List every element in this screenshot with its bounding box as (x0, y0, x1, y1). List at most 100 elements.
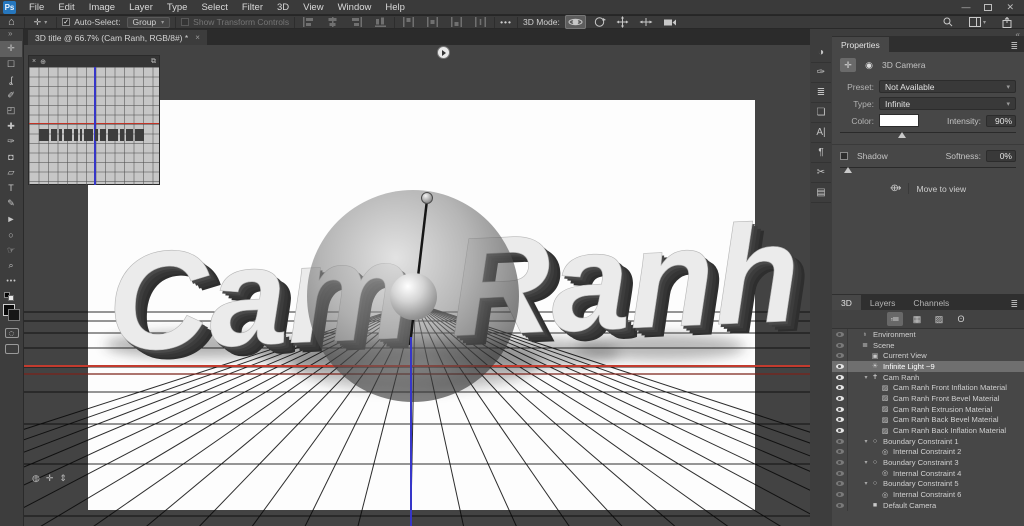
visibility-eye-icon[interactable] (832, 446, 848, 458)
tab-properties[interactable]: Properties (832, 37, 889, 52)
secondary-view-panel[interactable]: × ⊕ ⧉ (28, 55, 160, 185)
close-secondary-icon[interactable]: × (32, 58, 36, 65)
tree-row[interactable]: ▾ ○ Boundary Constraint 5 (832, 478, 1024, 490)
menu-help[interactable]: Help (378, 2, 412, 13)
type-dropdown[interactable]: Infinite ▾ (879, 97, 1016, 110)
tree-row[interactable]: ■ Default Camera (832, 500, 1024, 511)
menu-type[interactable]: Type (160, 2, 195, 13)
clone-source-panel-icon[interactable]: ❏ (811, 103, 831, 123)
foreground-background-swatches[interactable] (2, 304, 21, 322)
softness-field[interactable]: 0% (986, 150, 1016, 162)
tree-row[interactable]: ▾ ✝ Cam Ranh (832, 371, 1024, 383)
slide-camera-icon[interactable] (636, 15, 656, 29)
background-color[interactable] (7, 309, 20, 321)
menu-filter[interactable]: Filter (235, 2, 270, 13)
canvas-area[interactable]: Cam Ranh Cam Ranh Cam Ranh Cam Ranh Cam … (24, 45, 810, 526)
more-options-icon[interactable]: ••• (500, 17, 512, 27)
light-color-swatch[interactable] (879, 114, 919, 127)
tree-row[interactable]: ▨ Cam Ranh Front Bevel Material (832, 393, 1024, 404)
glyphs-panel-icon[interactable]: ✂ (811, 163, 831, 183)
pan-ground-icon[interactable]: ✛ (46, 473, 54, 484)
visibility-eye-icon[interactable] (832, 500, 848, 511)
visibility-eye-icon[interactable] (832, 414, 848, 426)
filter-meshes-icon[interactable]: ▦ (909, 312, 925, 326)
visibility-eye-icon[interactable] (832, 382, 848, 394)
visibility-eye-icon[interactable] (832, 489, 848, 500)
visibility-eye-icon[interactable] (832, 403, 848, 415)
distribute-spacing-icon[interactable] (472, 16, 489, 28)
expand-chevron-icon[interactable]: ▾ (862, 374, 870, 381)
roll-camera-icon[interactable] (590, 15, 609, 29)
auto-select-checkbox[interactable] (62, 18, 71, 26)
document-tab[interactable]: 3D title @ 66.7% (Cam Ranh, RGB/8#) * × (28, 30, 207, 45)
tree-row[interactable]: ▾ ○ Boundary Constraint 3 (832, 457, 1024, 468)
scale-ground-icon[interactable]: ⇕ (59, 473, 67, 484)
menu-window[interactable]: Window (331, 2, 379, 13)
quick-mask-icon[interactable] (4, 328, 19, 338)
menu-file[interactable]: File (22, 2, 51, 13)
orbit-ground-icon[interactable]: ◍ (32, 473, 40, 484)
pen-tool-icon[interactable]: ✎ (0, 196, 22, 212)
home-icon[interactable]: ⌂ (0, 16, 19, 28)
healing-brush-tool-icon[interactable]: ✚ (0, 119, 22, 135)
rectangular-marquee-tool-icon[interactable]: ☐ (0, 57, 22, 73)
close-button[interactable]: ✕ (1006, 2, 1014, 13)
share-icon[interactable] (998, 16, 1016, 28)
visibility-eye-icon[interactable] (832, 393, 848, 404)
visibility-eye-icon[interactable] (832, 361, 848, 372)
tab-layers[interactable]: Layers (861, 295, 905, 310)
restore-button[interactable] (984, 3, 993, 11)
type-tool-icon[interactable]: T (0, 181, 22, 197)
visibility-eye-icon[interactable] (832, 457, 848, 468)
brush-settings-panel-icon[interactable]: ≣ (811, 83, 831, 103)
brush-tool-icon[interactable]: ✑ (0, 134, 22, 150)
expand-chevron-icon[interactable]: ▾ (862, 480, 870, 487)
menu-3d[interactable]: 3D (270, 2, 296, 13)
filter-materials-icon[interactable]: ▨ (931, 312, 947, 326)
align-bottom-edges-icon[interactable] (372, 16, 389, 28)
filter-whole-scene-icon[interactable]: ≔ (887, 312, 903, 326)
swap-view-icon[interactable]: ⧉ (151, 58, 156, 66)
distribute-bottom-edges-icon[interactable] (448, 16, 465, 28)
tree-row[interactable]: ☀ Infinite Light ~9 (832, 361, 1024, 372)
expand-chevron-icon[interactable]: ▾ (862, 459, 870, 466)
search-icon[interactable] (939, 17, 957, 27)
character-panel-icon[interactable]: A| (811, 123, 831, 143)
notes-panel-icon[interactable]: ▤ (811, 183, 831, 203)
edit-toolbar-icon[interactable]: ••• (1, 274, 23, 290)
document-close-icon[interactable]: × (195, 33, 200, 42)
distribute-vertical-centers-icon[interactable] (424, 16, 441, 28)
tree-row[interactable]: ▨ Cam Ranh Front Inflation Material (832, 382, 1024, 394)
visibility-eye-icon[interactable] (832, 478, 848, 490)
brushes-panel-icon[interactable]: ✑ (811, 63, 831, 83)
visibility-eye-icon[interactable] (832, 425, 848, 436)
tab-channels[interactable]: Channels (904, 295, 958, 310)
workspace-icon[interactable]: ▾ (965, 17, 990, 27)
move-secondary-icon[interactable]: ⊕ (40, 58, 46, 66)
move-tool-icon[interactable]: ✛ ▾ (30, 17, 52, 28)
screen-mode-icon[interactable] (4, 344, 19, 354)
tree-row[interactable]: ▨ Cam Ranh Back Bevel Material (832, 414, 1024, 426)
crop-tool-icon[interactable]: ◰ (0, 103, 22, 119)
default-colors-icon[interactable] (4, 292, 16, 302)
clone-stamp-tool-icon[interactable]: ◘ (0, 150, 22, 166)
eraser-tool-icon[interactable]: ▱ (0, 165, 22, 181)
softness-slider[interactable] (840, 166, 1016, 175)
tree-row[interactable]: ▾ ○ Boundary Constraint 1 (832, 435, 1024, 447)
visibility-eye-icon[interactable] (832, 339, 848, 351)
dolly-camera-icon[interactable] (660, 15, 681, 29)
intensity-field[interactable]: 90% (986, 114, 1016, 127)
tree-row[interactable]: ▣ Current View (832, 350, 1024, 362)
minimize-button[interactable]: — (961, 2, 970, 12)
orbit-camera-icon[interactable] (564, 15, 586, 29)
align-horizontal-centers-icon[interactable] (324, 16, 341, 28)
distribute-top-edges-icon[interactable] (400, 16, 417, 28)
menu-image[interactable]: Image (82, 2, 122, 13)
move-3d-icon[interactable]: ✛ (840, 58, 856, 72)
visibility-eye-icon[interactable] (832, 371, 848, 383)
properties-menu-icon[interactable]: ≣ (1010, 41, 1024, 52)
visibility-eye-icon[interactable] (832, 435, 848, 447)
filter-lights-icon[interactable]: ʘ (953, 312, 969, 326)
tree-row[interactable]: ◎ Internal Constraint 6 (832, 489, 1024, 500)
lasso-tool-icon[interactable]: ʆ (0, 72, 22, 88)
